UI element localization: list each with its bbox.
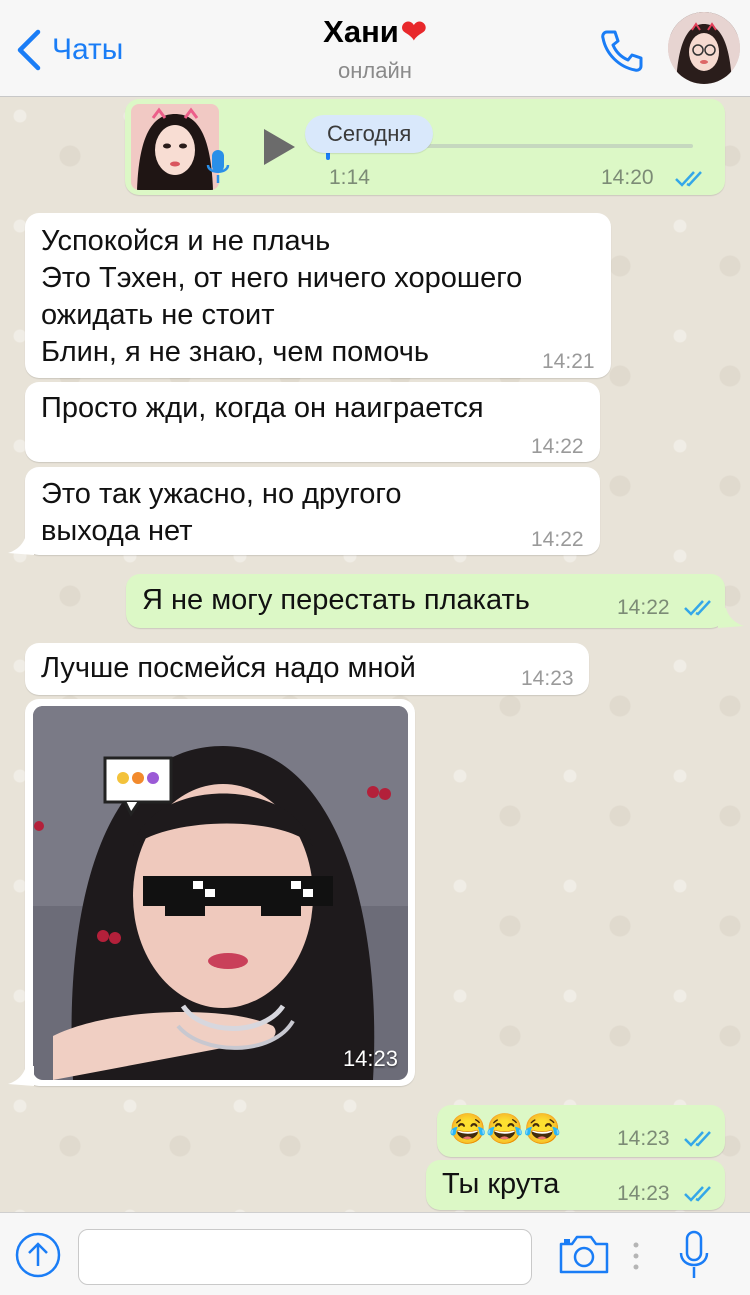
- incoming-photo-message[interactable]: 14:23: [25, 699, 415, 1086]
- double-check-icon: [675, 171, 702, 187]
- message-time: 14:22: [531, 435, 584, 458]
- avatar-image: [668, 12, 740, 84]
- message-line: выхода нет: [41, 515, 193, 547]
- message-time: 14:22: [617, 596, 670, 619]
- message-time: 14:23: [521, 667, 574, 690]
- incoming-message[interactable]: Успокойся и не плачь Это Тэхен, от него …: [25, 213, 611, 378]
- emoji-line: 😂😂😂: [449, 1113, 562, 1146]
- voice-duration: 1:14: [329, 166, 370, 189]
- contact-avatar[interactable]: [668, 12, 740, 84]
- more-icon[interactable]: [632, 1241, 640, 1271]
- incoming-message[interactable]: Это так ужасно, но другого выхода нет 14…: [25, 467, 600, 555]
- chat-header: Чаты Хани❤ онлайн: [0, 0, 750, 97]
- incoming-message[interactable]: Лучше посмейся надо мной 14:23: [25, 643, 589, 695]
- date-chip: Сегодня: [305, 115, 434, 153]
- message-time: 14:23: [342, 1046, 398, 1071]
- photo-image: [33, 706, 408, 1080]
- message-line: Это Тэхен, от него ничего хорошего: [41, 262, 523, 294]
- contact-name-text: Хани: [323, 14, 399, 49]
- bubble-tail: [718, 608, 744, 628]
- bubble-tail: [8, 1066, 34, 1086]
- message-time: 14:21: [542, 350, 595, 373]
- camera-icon[interactable]: [558, 1233, 610, 1275]
- message-line: Я не могу перестать плакать: [142, 584, 530, 616]
- double-check-icon: [684, 600, 711, 616]
- message-time: 14:23: [617, 1127, 670, 1150]
- play-icon[interactable]: [261, 127, 297, 167]
- voice-message-bubble[interactable]: Сегодня 1:14 14:20: [125, 99, 725, 195]
- double-check-icon: [684, 1131, 711, 1147]
- mic-icon[interactable]: [678, 1229, 710, 1281]
- message-line: Просто жди, когда он наиграется: [41, 392, 484, 424]
- phone-icon[interactable]: [597, 26, 647, 76]
- message-time: 14:22: [531, 528, 584, 551]
- message-line: Это так ужасно, но другого: [41, 478, 402, 510]
- message-time: 14:23: [617, 1182, 670, 1205]
- photo-attachment[interactable]: 14:23: [33, 706, 408, 1080]
- message-line: Лучше посмейся надо мной: [41, 652, 416, 684]
- message-line: Успокойся и не плачь: [41, 225, 331, 257]
- message-time: 14:20: [601, 166, 654, 189]
- message-line: ожидать не стоит: [41, 299, 275, 331]
- mic-icon: [206, 150, 230, 183]
- outgoing-message[interactable]: Я не могу перестать плакать 14:22: [126, 574, 725, 628]
- incoming-message[interactable]: Просто жди, когда он наиграется 14:22: [25, 382, 600, 462]
- message-input[interactable]: [78, 1229, 532, 1285]
- message-line: Блин, я не знаю, чем помочь: [41, 336, 429, 368]
- double-check-icon: [684, 1186, 711, 1202]
- heart-emoji: ❤: [400, 14, 427, 49]
- message-line: Ты крута: [442, 1168, 560, 1200]
- outgoing-message[interactable]: 😂😂😂 14:23: [437, 1105, 725, 1157]
- outgoing-message[interactable]: Ты крута 14:23: [426, 1160, 725, 1210]
- upload-icon[interactable]: [14, 1231, 62, 1279]
- bubble-tail: [8, 535, 34, 555]
- message-input-bar: [0, 1212, 750, 1295]
